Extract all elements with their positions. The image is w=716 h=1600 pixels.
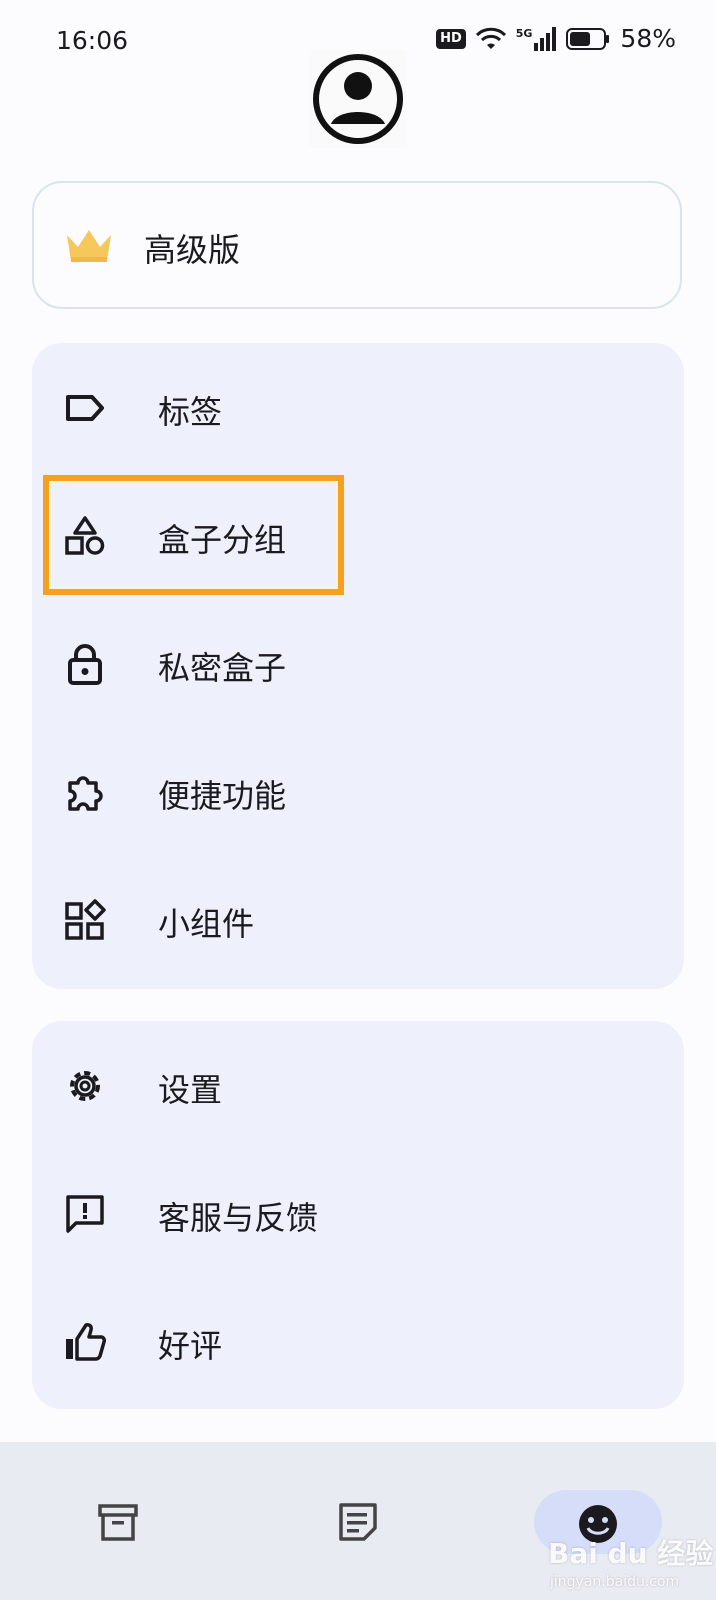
lock-icon — [68, 644, 102, 685]
menu-item-shortcuts[interactable]: 便捷功能 — [32, 727, 684, 855]
network-type: 5G — [515, 26, 533, 40]
note-icon — [339, 1503, 377, 1541]
battery-percent: 58% — [620, 24, 676, 53]
thumbs-up-icon — [66, 1323, 106, 1361]
gear-icon — [70, 1071, 100, 1101]
menu-item-feedback[interactable]: 客服与反馈 — [32, 1149, 684, 1277]
menu-item-tags[interactable]: 标签 — [32, 343, 684, 471]
tag-icon — [66, 395, 104, 421]
premium-label: 高级版 — [144, 231, 241, 269]
menu-item-label: 客服与反馈 — [158, 1199, 319, 1237]
menu-item-widgets[interactable]: 小组件 — [32, 855, 684, 983]
account-circle-icon — [313, 54, 403, 144]
menu-item-label: 设置 — [158, 1071, 223, 1109]
watermark-url: jingyan.baidu.com — [550, 1574, 680, 1590]
secondary-menu: 设置 客服与反馈 好评 — [32, 1021, 684, 1409]
crown-icon — [67, 230, 111, 262]
nav-tab-notes[interactable] — [336, 1500, 380, 1564]
avatar[interactable] — [309, 50, 407, 148]
watermark-brand: Bai du 经验 — [548, 1537, 714, 1570]
signal-icon — [534, 26, 557, 51]
wifi-icon — [475, 27, 506, 49]
hd-badge: HD — [436, 28, 466, 49]
menu-item-label: 标签 — [158, 393, 223, 431]
menu-item-label: 便捷功能 — [158, 777, 287, 815]
highlight-box — [43, 475, 344, 595]
menu-item-label: 小组件 — [158, 905, 255, 943]
primary-menu: 标签 盒子分组 私密盒子 便捷功能 小组件 — [32, 343, 684, 989]
status-icons: HD 5G 58% — [436, 24, 676, 53]
status-time: 16:06 — [56, 26, 129, 55]
puzzle-icon — [68, 776, 103, 811]
archive-icon — [98, 1504, 138, 1541]
premium-card[interactable]: 高级版 — [32, 181, 682, 309]
menu-item-rate[interactable]: 好评 — [32, 1277, 684, 1405]
battery-icon — [566, 27, 610, 50]
signal-indicator: 5G — [515, 26, 557, 51]
menu-item-label: 好评 — [158, 1327, 223, 1365]
menu-item-label: 私密盒子 — [158, 649, 287, 687]
feedback-icon — [66, 1195, 104, 1233]
menu-item-settings[interactable]: 设置 — [32, 1021, 684, 1149]
menu-item-private-box[interactable]: 私密盒子 — [32, 599, 684, 727]
widgets-icon — [65, 899, 106, 940]
nav-tab-archive[interactable] — [96, 1500, 140, 1564]
